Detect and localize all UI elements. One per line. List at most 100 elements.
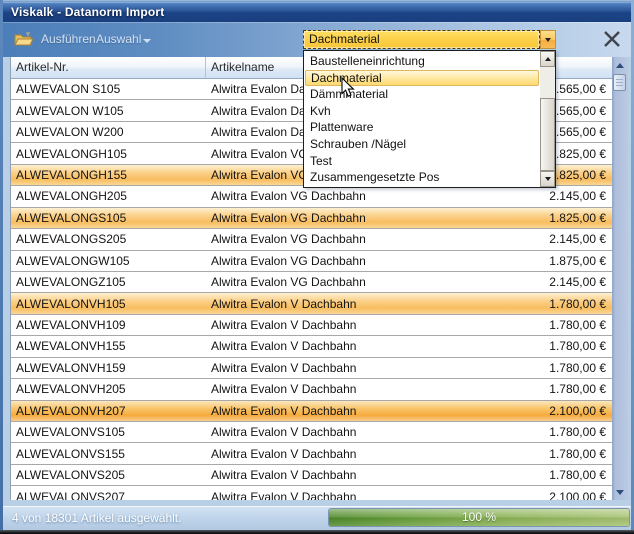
dropdown-scroll-up-button[interactable] xyxy=(540,51,555,67)
table-row[interactable]: ALWEVALONGH205Alwitra Evalon VG Dachbahn… xyxy=(11,186,612,207)
chevron-down-icon xyxy=(143,39,151,43)
cell-artikelname: Alwitra Evalon V Dachbahn xyxy=(206,490,442,500)
cell-artikel-nr: ALWEVALONGW105 xyxy=(11,254,206,268)
window-title: Viskalk - Datanorm Import xyxy=(11,5,165,19)
cell-artikelname: Alwitra Evalon V Dachbahn xyxy=(206,382,442,396)
arrow-up-icon xyxy=(616,63,624,68)
cell-artikelname: Alwitra Evalon VG Dachbahn xyxy=(206,189,442,203)
dropdown-item[interactable]: Baustelleneinrichtung xyxy=(305,53,539,70)
cell-artikel-nr: ALWEVALONVH207 xyxy=(11,404,206,418)
cell-artikelname: Alwitra Evalon VG Dachbahn xyxy=(206,254,442,268)
cell-price: 2.145,00 € xyxy=(442,275,612,289)
cell-artikelname: Alwitra Evalon VG Dachbahn xyxy=(206,275,442,289)
mouse-cursor-icon xyxy=(341,77,355,98)
cell-price: 2.100,00 € xyxy=(442,404,612,418)
open-folder-icon[interactable] xyxy=(14,32,33,47)
table-row[interactable]: ALWEVALONVH205Alwitra Evalon V Dachbahn1… xyxy=(11,379,612,400)
combobox-dropdown-button[interactable] xyxy=(540,30,556,49)
table-row[interactable]: ALWEVALONVS105Alwitra Evalon V Dachbahn1… xyxy=(11,422,612,443)
cell-artikel-nr: ALWEVALONGH205 xyxy=(11,189,206,203)
table-row[interactable]: ALWEVALONGS205Alwitra Evalon VG Dachbahn… xyxy=(11,229,612,250)
cell-price: 1.780,00 € xyxy=(442,447,612,461)
cell-price: 2.145,00 € xyxy=(442,232,612,246)
datanorm-import-window: Viskalk - Datanorm Import Ausführen Ausw… xyxy=(0,0,634,534)
cell-price: 1.780,00 € xyxy=(442,318,612,332)
dropdown-item[interactable]: Plattenware xyxy=(305,119,539,136)
arrow-up-icon xyxy=(545,57,551,61)
cell-artikelname: Alwitra Evalon V Dachbahn xyxy=(206,297,442,311)
dropdown-scrollbar-thumb[interactable] xyxy=(540,98,555,171)
cell-artikel-nr: ALWEVALON W105 xyxy=(11,104,206,118)
cell-artikel-nr: ALWEVALONGH155 xyxy=(11,168,206,182)
progress-percentage: 100 % xyxy=(329,509,629,526)
cell-artikelname: Alwitra Evalon VG Dachbahn xyxy=(206,211,442,225)
cell-price: 1.825,00 € xyxy=(442,211,612,225)
table-row[interactable]: ALWEVALONVH109Alwitra Evalon V Dachbahn1… xyxy=(11,315,612,336)
cell-artikelname: Alwitra Evalon VG Dachbahn xyxy=(206,232,442,246)
cell-artikelname: Alwitra Evalon V Dachbahn xyxy=(206,447,442,461)
cell-artikel-nr: ALWEVALONVH109 xyxy=(11,318,206,332)
cell-artikel-nr: ALWEVALONVS205 xyxy=(11,468,206,482)
dropdown-item[interactable]: Test xyxy=(305,153,539,170)
table-row[interactable]: ALWEVALONVS207Alwitra Evalon V Dachbahn2… xyxy=(11,486,612,500)
cell-price: 1.875,00 € xyxy=(442,254,612,268)
title-bar[interactable]: Viskalk - Datanorm Import xyxy=(2,2,632,22)
cell-artikelname: Alwitra Evalon V Dachbahn xyxy=(206,425,442,439)
table-row[interactable]: ALWEVALONVH155Alwitra Evalon V Dachbahn1… xyxy=(11,336,612,357)
cell-artikel-nr: ALWEVALON S105 xyxy=(11,82,206,96)
scroll-up-button[interactable] xyxy=(612,57,628,73)
cell-artikel-nr: ALWEVALONVS105 xyxy=(11,425,206,439)
cell-artikel-nr: ALWEVALONVS207 xyxy=(11,490,206,500)
category-combobox-value: Dachmaterial xyxy=(309,32,380,46)
cell-price: 2.145,00 € xyxy=(442,189,612,203)
cell-artikel-nr: ALWEVALONGS105 xyxy=(11,211,206,225)
table-row[interactable]: ALWEVALONGZ105Alwitra Evalon VG Dachbahn… xyxy=(11,272,612,293)
cell-artikel-nr: ALWEVALONGZ105 xyxy=(11,275,206,289)
table-row[interactable]: ALWEVALONVS205Alwitra Evalon V Dachbahn1… xyxy=(11,465,612,486)
cell-artikel-nr: ALWEVALONVH205 xyxy=(11,382,206,396)
arrow-down-icon xyxy=(616,490,624,495)
cell-artikelname: Alwitra Evalon V Dachbahn xyxy=(206,339,442,353)
execute-button[interactable]: Ausführen xyxy=(41,22,96,57)
window-border-bottom xyxy=(0,530,634,534)
cell-artikel-nr: ALWEVALONVH159 xyxy=(11,361,206,375)
category-dropdown-list: BaustelleneinrichtungDachmaterialDämmmat… xyxy=(303,50,556,188)
table-row[interactable]: ALWEVALONVH159Alwitra Evalon V Dachbahn1… xyxy=(11,358,612,379)
dropdown-item[interactable]: Zusammengesetzte Pos xyxy=(305,169,539,186)
table-row[interactable]: ALWEVALONVH105Alwitra Evalon V Dachbahn1… xyxy=(11,293,612,314)
dropdown-scroll-down-button[interactable] xyxy=(540,171,555,187)
scroll-down-button[interactable] xyxy=(612,484,628,500)
selection-menu-button[interactable]: Auswahl xyxy=(96,22,141,57)
selection-status-text: 4 von 18301 Artikel ausgewählt. xyxy=(12,506,181,530)
cell-price: 1.780,00 € xyxy=(442,468,612,482)
cell-price: 1.780,00 € xyxy=(442,382,612,396)
dropdown-scrollbar[interactable] xyxy=(540,51,555,187)
cell-artikel-nr: ALWEVALONVH155 xyxy=(11,339,206,353)
cell-artikelname: Alwitra Evalon V Dachbahn xyxy=(206,361,442,375)
column-header-artikel-nr[interactable]: Artikel-Nr. xyxy=(11,57,206,78)
table-row[interactable]: ALWEVALONVS155Alwitra Evalon V Dachbahn1… xyxy=(11,443,612,464)
dropdown-item[interactable]: Schrauben /Nägel xyxy=(305,136,539,153)
window-border-top xyxy=(0,0,634,2)
cell-artikelname: Alwitra Evalon V Dachbahn xyxy=(206,468,442,482)
close-icon xyxy=(601,28,623,50)
table-row[interactable]: ALWEVALONGS105Alwitra Evalon VG Dachbahn… xyxy=(11,208,612,229)
cell-artikel-nr: ALWEVALONGS205 xyxy=(11,232,206,246)
table-row[interactable]: ALWEVALONVH207Alwitra Evalon V Dachbahn2… xyxy=(11,401,612,422)
dropdown-items: BaustelleneinrichtungDachmaterialDämmmat… xyxy=(305,53,539,186)
cell-artikel-nr: ALWEVALON W200 xyxy=(11,125,206,139)
table-row[interactable]: ALWEVALONGW105Alwitra Evalon VG Dachbahn… xyxy=(11,251,612,272)
arrow-down-icon xyxy=(545,177,551,181)
cell-artikel-nr: ALWEVALONVS155 xyxy=(11,447,206,461)
dropdown-item[interactable]: Kvh xyxy=(305,103,539,120)
progress-bar: 100 % xyxy=(328,508,630,527)
cell-artikel-nr: ALWEVALONGH105 xyxy=(11,147,206,161)
scrollbar-thumb[interactable] xyxy=(613,74,626,91)
cell-artikel-nr: ALWEVALONVH105 xyxy=(11,297,206,311)
cell-price: 1.780,00 € xyxy=(442,339,612,353)
table-vertical-scrollbar[interactable] xyxy=(612,57,628,500)
close-button[interactable] xyxy=(601,28,623,50)
category-combobox[interactable]: Dachmaterial xyxy=(303,30,540,49)
cell-price: 1.780,00 € xyxy=(442,297,612,311)
cell-artikelname: Alwitra Evalon V Dachbahn xyxy=(206,318,442,332)
